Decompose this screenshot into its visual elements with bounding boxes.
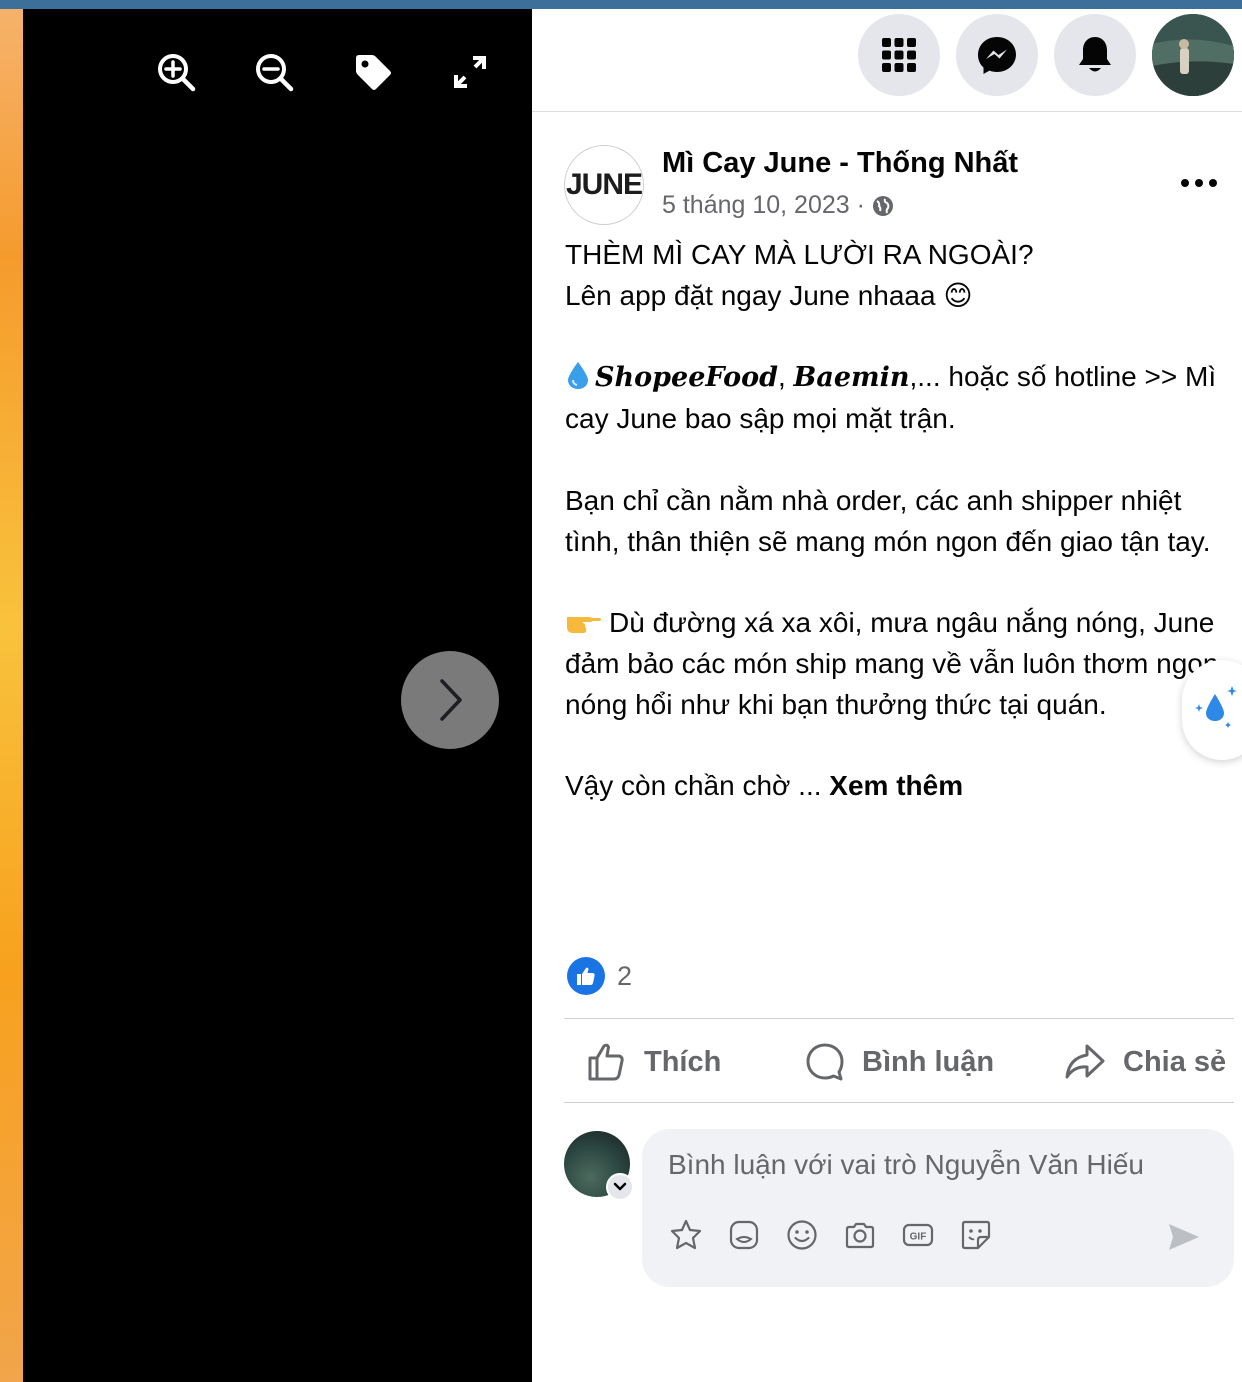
page-logo-text: JUNE [565,168,643,201]
globe-icon [872,195,893,216]
post-date[interactable]: 5 tháng 10, 2023 · [662,191,865,220]
thumbs-up-icon [588,1043,624,1081]
pointing-hand-icon [565,603,609,644]
divider [564,1102,1234,1103]
next-photo-button[interactable] [401,651,499,749]
avatar-sticker-icon[interactable] [668,1217,704,1253]
comment-composer: GIF [642,1129,1234,1287]
notifications-bell-icon [1079,37,1111,72]
chevron-right-icon [440,679,462,721]
reaction-count: 2 [617,960,633,991]
post-paragraph-5: Vậy còn chần chờ ... Xem thêm [565,766,1235,807]
more-dots-icon [1181,179,1217,187]
post-paragraph-2: ShopeeFood, Baemin,... hoặc số hotline >… [565,357,1235,440]
share-arrow-icon [1065,1044,1105,1079]
zoom-in-icon[interactable] [153,49,199,95]
comment-input[interactable] [668,1143,1208,1187]
page-logo[interactable]: JUNE [564,145,644,225]
browser-top-strip [0,0,1242,9]
gif-icon[interactable]: GIF [900,1217,936,1253]
sparkle-drop-icon [1195,686,1237,728]
share-button[interactable]: Chia sẻ [1063,1037,1226,1087]
post-text: THÈM MÌ CAY MÀ LƯỜI RA NGOÀI? Lên app đặ… [565,235,1235,807]
comment-label: Bình luận [862,1045,995,1078]
post-panel: JUNE Mì Cay June - Thống Nhất 5 tháng 10… [532,9,1242,1382]
paragraph-4-text: Dù đường xá xa xôi, mưa ngâu nắng nóng, … [565,607,1227,720]
paragraph-5-text: Vậy còn chần chờ ... [565,770,830,802]
post-meta: 5 tháng 10, 2023 · [662,191,895,220]
comment-button[interactable]: Bình luận [804,1037,994,1087]
send-comment-button[interactable] [1162,1215,1206,1259]
camera-icon[interactable] [842,1217,878,1253]
page-name[interactable]: Mì Cay June - Thống Nhất [662,147,1018,180]
profile-avatar[interactable] [1152,14,1234,96]
top-navigation-bar [532,9,1242,112]
sticker-icon[interactable] [726,1217,762,1253]
post-paragraph-4: Dù đường xá xa xôi, mưa ngâu nắng nóng, … [565,603,1235,725]
commenter-switch-button[interactable] [606,1173,634,1201]
post-line-2: Lên app đặt ngay June nhaaa 😊 [565,279,973,311]
messenger-icon [978,37,1016,74]
menu-grid-icon [882,38,916,72]
water-drop-icon [565,357,595,398]
comment-tools: GIF [668,1217,994,1253]
like-label: Thích [644,1045,722,1078]
reactions-summary[interactable]: 2 [567,956,632,996]
profile-photo [1152,14,1234,96]
zoom-out-icon[interactable] [251,49,297,95]
more-options-button[interactable] [1174,165,1224,201]
chevron-down-icon [613,1182,627,1191]
shopeefood-text: ShopeeFood [595,362,778,394]
background-edge [0,9,23,1382]
send-icon [1169,1224,1199,1250]
see-more-link[interactable]: Xem thêm [829,770,963,801]
post-header: JUNE Mì Cay June - Thống Nhất 5 tháng 10… [564,145,1224,225]
like-reaction-icon [567,957,605,995]
notifications-button[interactable] [1054,14,1136,96]
like-button[interactable]: Thích [586,1037,721,1087]
menu-button[interactable] [858,14,940,96]
comment-bubble-icon [806,1043,844,1081]
post-paragraph-3: Bạn chỉ cần nằm nhà order, các anh shipp… [565,484,1211,557]
post-line-1: THÈM MÌ CAY MÀ LƯỜI RA NGOÀI? [565,239,1034,270]
share-label: Chia sẻ [1123,1045,1227,1078]
messenger-button[interactable] [956,14,1038,96]
baemin-text: Baemin [793,362,910,394]
tag-icon[interactable] [349,49,395,95]
svg-text:GIF: GIF [910,1232,927,1243]
emoji-icon[interactable] [784,1217,820,1253]
floating-ai-button[interactable] [1182,660,1242,760]
sticker-face-icon[interactable] [958,1217,994,1253]
fullscreen-icon[interactable] [447,49,493,95]
photo-viewer [23,9,532,1382]
comma-text: , [777,361,786,393]
divider [564,1018,1234,1019]
